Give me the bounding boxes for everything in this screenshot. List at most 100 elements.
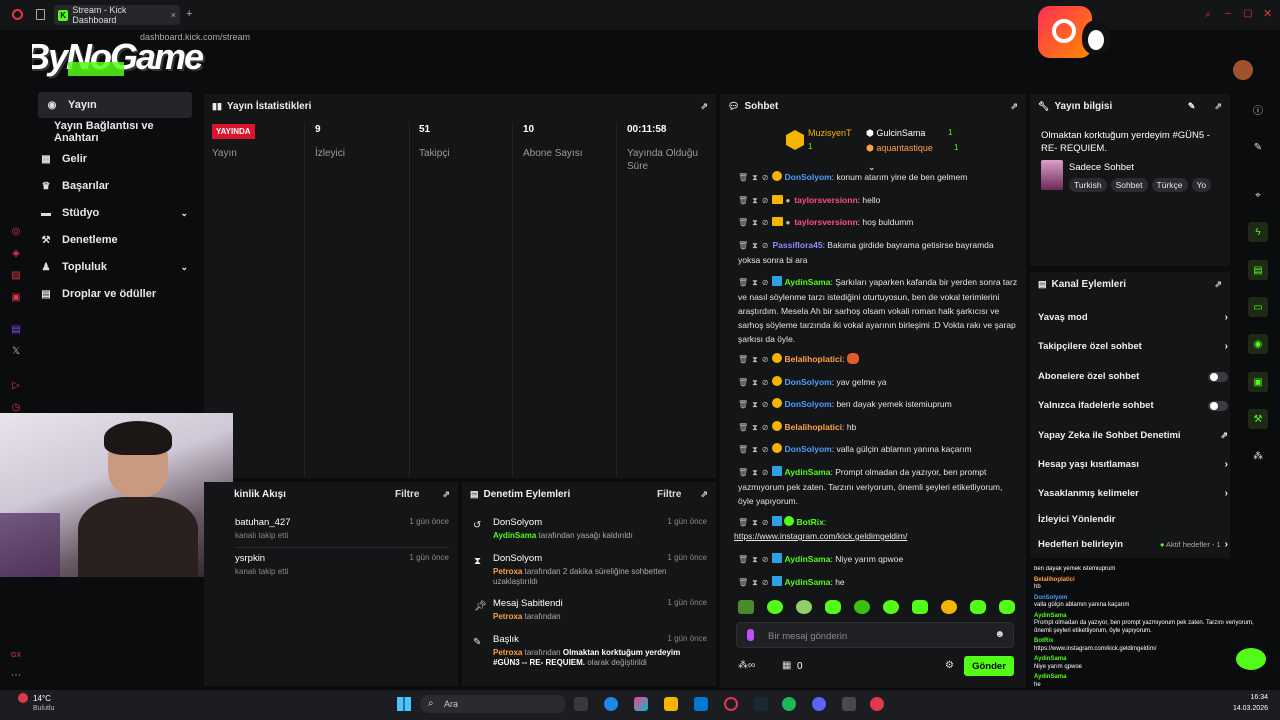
- activity-filter-button[interactable]: Filtre: [395, 489, 419, 500]
- emotes-only-toggle[interactable]: [1208, 400, 1228, 411]
- chat-message: 🗑︎ ⧗ ⊘ Belalihoplatici: hb: [738, 421, 857, 432]
- action-banned-words[interactable]: Yasaklanmış kelimeler ›: [1038, 488, 1228, 499]
- popout-icon[interactable]: ⇗: [1214, 101, 1222, 112]
- info-icon[interactable]: ⓘ: [1248, 99, 1268, 119]
- x-icon[interactable]: 𝕏: [10, 346, 22, 358]
- document-icon[interactable]: ▤: [1248, 260, 1268, 280]
- subscribers-only-toggle[interactable]: [1208, 371, 1228, 382]
- sidebar-item-community[interactable]: ♟ Topluluk ⌄: [32, 254, 200, 280]
- broadcast-icon: ◉: [47, 99, 57, 111]
- twitch-icon[interactable]: ▤: [10, 324, 22, 336]
- moderation-filter-button[interactable]: Filtre: [657, 489, 681, 500]
- emote-icon[interactable]: [767, 600, 783, 614]
- close-window-icon[interactable]: ✕: [1263, 7, 1272, 20]
- action-ai-moderation[interactable]: Yapay Zeka ile Sohbet Denetimi ⇗: [1038, 430, 1228, 441]
- gift-icon[interactable]: ▦: [782, 660, 791, 671]
- wrench-icon[interactable]: ⚒: [1248, 409, 1268, 429]
- close-tab-icon[interactable]: ×: [171, 10, 176, 20]
- taskbar-search[interactable]: ⌕ Ara: [420, 695, 566, 713]
- popout-icon[interactable]: ⇗: [700, 489, 708, 500]
- minimize-icon[interactable]: –: [1225, 8, 1231, 19]
- player-icon[interactable]: ▷: [10, 380, 22, 392]
- sidebar-item-drops[interactable]: ▤ Droplar ve ödüller: [32, 281, 200, 307]
- broadcast-icon[interactable]: ◉: [1248, 334, 1268, 354]
- leaderboard-second: ⬢ GulcinSama: [866, 128, 926, 138]
- chat-input[interactable]: Bir mesaj gönderin ☻: [736, 622, 1014, 648]
- music-icon[interactable]: ▣: [10, 292, 22, 304]
- action-followers-only[interactable]: Takipçilere özel sohbet ›: [1038, 341, 1228, 352]
- clock-date: 14.03.2026: [1232, 705, 1268, 712]
- search-icon: ⌕: [428, 698, 434, 709]
- action-raid[interactable]: İzleyici Yönlendir: [1038, 514, 1228, 525]
- target-icon[interactable]: ⌖: [1248, 185, 1268, 205]
- store-icon[interactable]: [694, 697, 708, 711]
- maximize-icon[interactable]: ▢: [1243, 8, 1252, 19]
- sidebar-item-stream-key[interactable]: Yayın Bağlantısı ve Anahtarı: [32, 119, 200, 145]
- emote-icon[interactable]: [796, 600, 812, 614]
- microphone-icon[interactable]: [747, 629, 754, 641]
- tag[interactable]: Turkish: [1069, 178, 1107, 192]
- popout-icon[interactable]: ⇗: [442, 489, 450, 500]
- steam-icon[interactable]: [754, 697, 768, 711]
- emote-icon[interactable]: [999, 600, 1015, 614]
- tag[interactable]: Türkçe: [1151, 178, 1188, 192]
- pen-icon[interactable]: ✎: [1248, 137, 1268, 157]
- browser-tab[interactable]: K Stream - Kick Dashboard ×: [54, 5, 180, 25]
- emote-icon[interactable]: [912, 600, 928, 614]
- sidebar-item-studio[interactable]: ▬ Stüdyo ⌄: [32, 200, 200, 226]
- task-view-icon[interactable]: [574, 697, 588, 711]
- stat-followers: 51 Takipçi: [419, 124, 450, 159]
- sidebar-item-stream[interactable]: ◉ Yayın: [38, 92, 192, 118]
- page-icon[interactable]: [36, 9, 45, 20]
- sidebar-item-revenue[interactable]: ▦ Gelir: [32, 146, 200, 172]
- file-explorer-icon[interactable]: [664, 697, 678, 711]
- send-button[interactable]: Gönder: [964, 656, 1014, 676]
- list-item: batuhan_427 kanalı takip etti 1 gün önce: [235, 517, 449, 540]
- discord-icon[interactable]: [812, 697, 826, 711]
- action-slow-mode[interactable]: Yavaş mod ›: [1038, 312, 1228, 323]
- emote-icon[interactable]: [854, 600, 870, 614]
- workspace-icon[interactable]: ◈: [10, 248, 22, 260]
- obs-icon[interactable]: [870, 697, 884, 711]
- action-subscribers-only[interactable]: Abonelere özel sohbet: [1038, 371, 1228, 382]
- avatar[interactable]: [1233, 60, 1253, 80]
- popout-icon[interactable]: ⇗: [1010, 101, 1018, 112]
- chat-bubble-icon[interactable]: ▭: [1248, 297, 1268, 317]
- tag[interactable]: Sohbet: [1110, 178, 1148, 192]
- emote-icon[interactable]: [738, 600, 754, 614]
- spotify-icon[interactable]: [782, 697, 796, 711]
- lightning-icon[interactable]: ϟ: [1248, 222, 1268, 242]
- edge-icon[interactable]: [604, 697, 618, 711]
- popout-icon[interactable]: ⇗: [1214, 279, 1222, 290]
- action-account-age[interactable]: Hesap yaşı kısıtlaması ›: [1038, 459, 1228, 470]
- settings-gear-icon[interactable]: ⚙: [945, 660, 954, 671]
- messenger-icon[interactable]: ▨: [10, 270, 22, 282]
- edit-icon[interactable]: ✎: [1188, 101, 1196, 112]
- gx-icon[interactable]: GX: [10, 650, 22, 662]
- action-emotes-only[interactable]: Yalnızca ifadelerle sohbet: [1038, 400, 1228, 411]
- tag[interactable]: Yo: [1191, 178, 1212, 192]
- copilot-icon[interactable]: [634, 697, 648, 711]
- popout-icon[interactable]: ⇗: [700, 101, 708, 112]
- share-icon[interactable]: ⁂: [1248, 446, 1268, 466]
- new-tab-button[interactable]: +: [186, 8, 192, 20]
- emote-icon[interactable]: [883, 600, 899, 614]
- sidebar-item-moderation[interactable]: ⚒ Denetleme: [32, 227, 200, 253]
- sidebar-item-achievements[interactable]: ♛ Başarılar: [32, 173, 200, 199]
- emote-icon[interactable]: [941, 600, 957, 614]
- aria-icon[interactable]: ◎: [10, 226, 22, 238]
- emote-icon[interactable]: [825, 600, 841, 614]
- layout-icon[interactable]: ▣: [1248, 372, 1268, 392]
- settings-icon[interactable]: [842, 697, 856, 711]
- emoji-icon[interactable]: ☻: [994, 629, 1005, 640]
- search-icon[interactable]: ⌕: [1205, 9, 1211, 20]
- windows-start-icon[interactable]: [397, 697, 411, 711]
- opera-icon[interactable]: [12, 9, 23, 20]
- list-item: DonSolyom AydinSama tarafından yasağı ka…: [493, 517, 707, 540]
- points-icon[interactable]: ⁂∞: [738, 660, 755, 671]
- opera-gx-icon[interactable]: [724, 697, 738, 711]
- action-goals[interactable]: Hedefleri belirleyin ● Aktif hedefler - …: [1038, 539, 1228, 550]
- chat-link[interactable]: https://www.instagram.com/kick.geldimgel…: [734, 529, 1014, 543]
- emote-icon[interactable]: [970, 600, 986, 614]
- more-icon[interactable]: ⋯: [10, 670, 22, 682]
